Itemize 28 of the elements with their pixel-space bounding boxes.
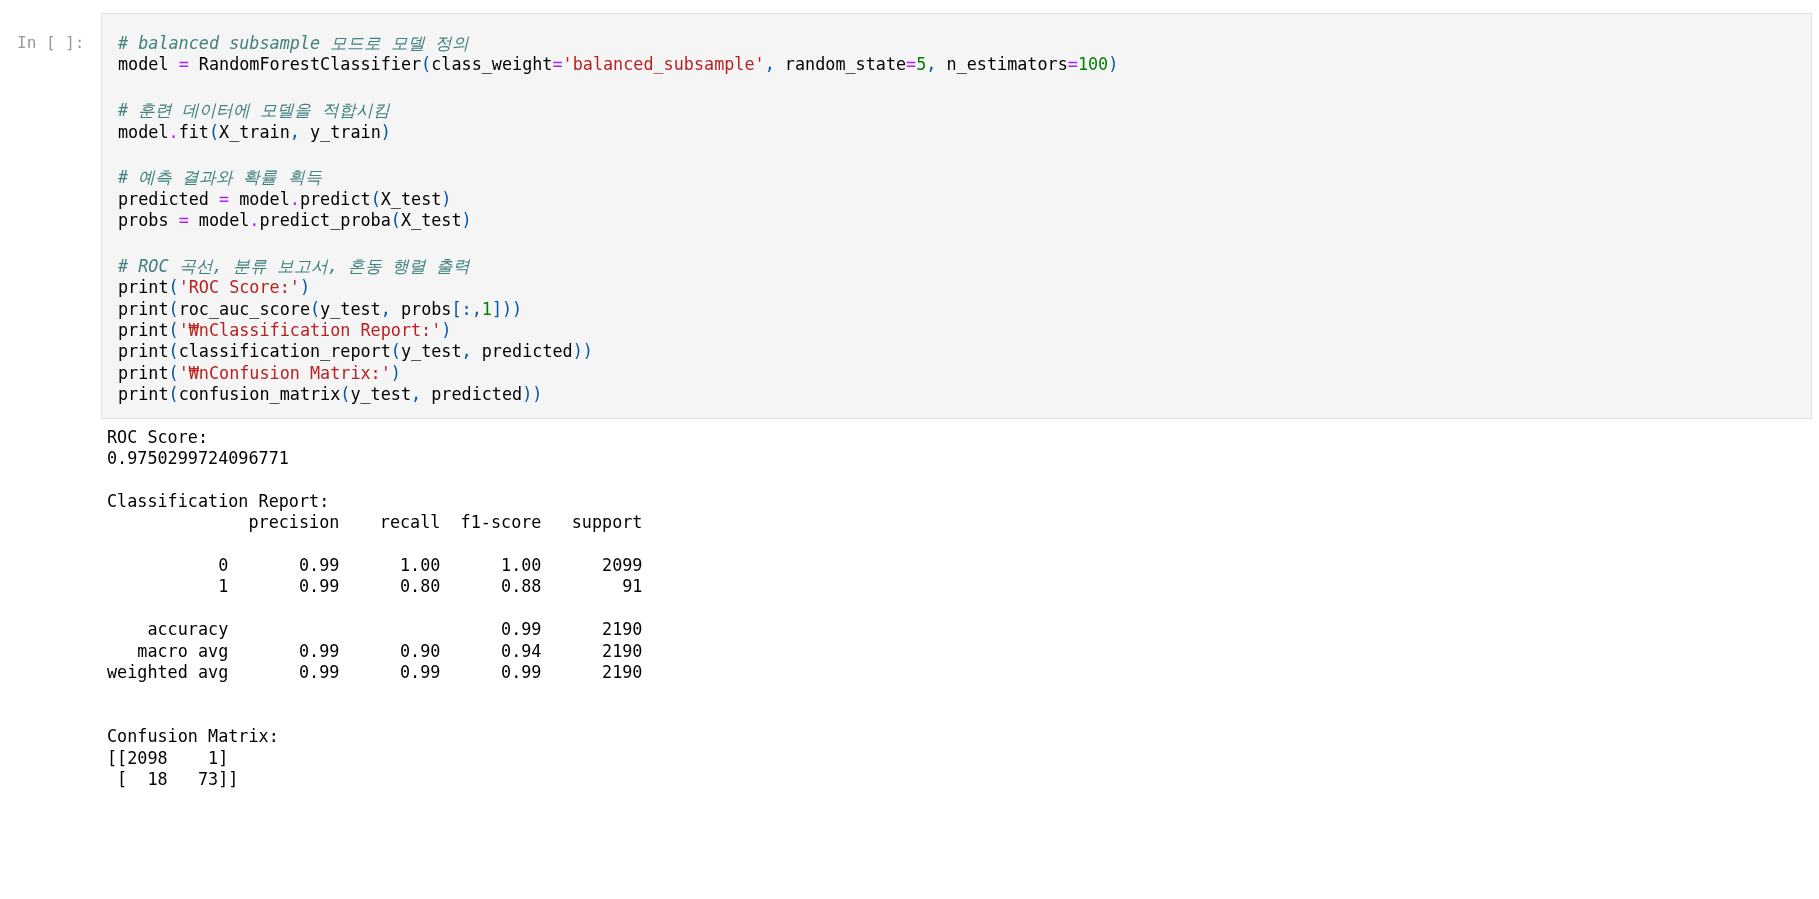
code-comment: # 예측 결과와 확률 획득 bbox=[118, 167, 322, 189]
code-comment: # balanced subsample 모드로 모델 정의 bbox=[118, 33, 470, 54]
code-comment: # 훈련 데이터에 모델을 적합시킴 bbox=[118, 100, 390, 122]
code-line: print('ROC Score:') bbox=[118, 277, 310, 299]
code-line: probs = model.predict_proba(X_test) bbox=[118, 210, 472, 232]
output-line: Confusion Matrix: bbox=[107, 726, 279, 748]
output-line: weighted avg 0.99 0.99 0.99 2190 bbox=[107, 661, 643, 683]
output-line: [[2098 1] bbox=[107, 747, 229, 769]
output-line: [ 18 73]] bbox=[116, 768, 239, 790]
code-line: print('₩nClassification Report:') bbox=[118, 320, 452, 342]
code-line: model = RandomForestClassifier(class_weight='balanced_subsample', random_state=5, n_estimators=100) bbox=[118, 54, 1119, 76]
output-line: ROC Score: bbox=[107, 426, 209, 448]
output-line: precision recall f1-score support bbox=[247, 512, 643, 534]
output-line: 0.9750299724096771 bbox=[107, 448, 289, 470]
code-line: predicted = model.predict(X_test) bbox=[118, 188, 452, 210]
output-line: macro avg 0.99 0.90 0.94 2190 bbox=[136, 640, 643, 662]
output-line: Classification Report: bbox=[107, 490, 330, 512]
output-line: 0 0.99 1.00 1.00 2099 bbox=[217, 555, 643, 576]
code-line: print('₩nConfusion Matrix:') bbox=[118, 362, 401, 384]
code-line: model.fit(X_train, y_train) bbox=[118, 121, 391, 143]
code-line: print(classification_report(y_test, predicted)) bbox=[118, 341, 593, 363]
code-line: print(roc_auc_score(y_test, probs[:,1])) bbox=[118, 298, 523, 320]
code-line: print(confusion_matrix(y_test, predicted)) bbox=[118, 384, 543, 406]
input-prompt: In [ ]: bbox=[17, 33, 85, 52]
output-line: 1 0.99 0.80 0.88 91 bbox=[217, 576, 643, 598]
code-cell[interactable] bbox=[101, 13, 1812, 419]
output-line: accuracy 0.99 2190 bbox=[146, 619, 643, 641]
code-comment: # ROC 곡선, 분류 보고서, 혼동 행렬 출력 bbox=[118, 255, 471, 277]
